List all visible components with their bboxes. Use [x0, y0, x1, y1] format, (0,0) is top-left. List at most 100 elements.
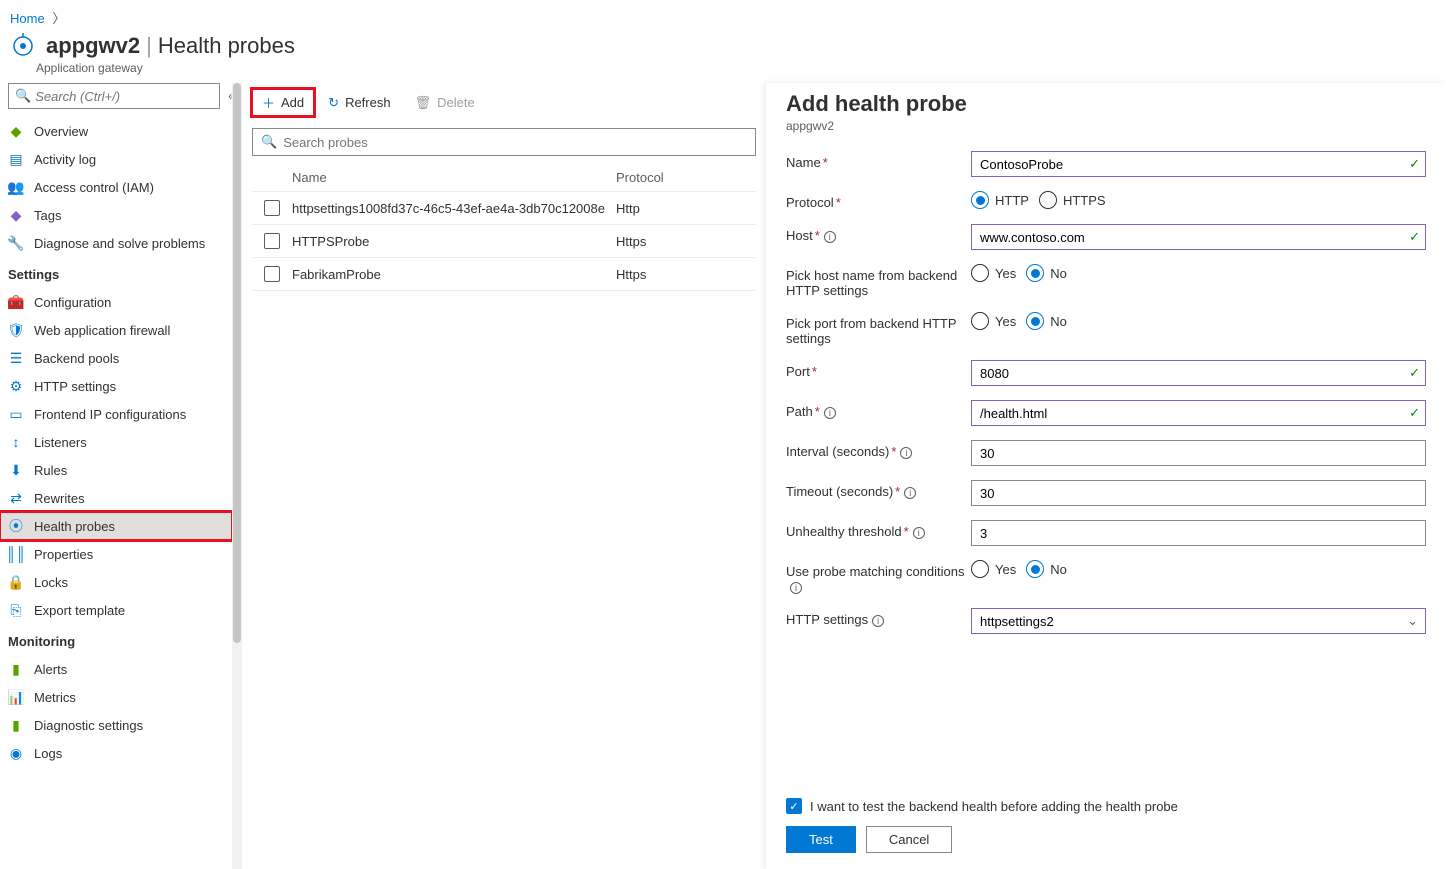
- nav-access-control[interactable]: 👥Access control (IAM): [0, 173, 232, 201]
- resource-type: Application gateway: [36, 61, 1446, 75]
- nav-overview[interactable]: ◆Overview: [0, 117, 232, 145]
- label-pick-port: Pick port from backend HTTP settings: [786, 312, 971, 346]
- radio-http[interactable]: HTTP: [971, 191, 1029, 209]
- cancel-button[interactable]: Cancel: [866, 826, 952, 853]
- tag-icon: ◆: [8, 207, 24, 223]
- nav-health-probes[interactable]: ⦿Health probes: [0, 512, 232, 540]
- info-icon[interactable]: i: [913, 527, 925, 539]
- nav-backend-pools[interactable]: ☰Backend pools: [0, 344, 232, 372]
- probes-table: Name Protocol httpsettings1008fd37c-46c5…: [252, 164, 756, 291]
- col-header-name[interactable]: Name: [292, 170, 616, 185]
- nav-diagnose[interactable]: 🔧Diagnose and solve problems: [0, 229, 232, 257]
- nav-configuration[interactable]: 🧰Configuration: [0, 288, 232, 316]
- nav-frontend-ip[interactable]: ▭Frontend IP configurations: [0, 400, 232, 428]
- briefcase-icon: 🧰: [8, 294, 24, 310]
- row-checkbox[interactable]: [264, 266, 280, 282]
- ip-icon: ▭: [8, 406, 24, 422]
- nav-metrics[interactable]: 📊Metrics: [0, 683, 232, 711]
- nav-http-settings[interactable]: ⚙HTTP settings: [0, 372, 232, 400]
- timeout-input[interactable]: [971, 480, 1426, 506]
- resource-name: appgwv2: [46, 33, 140, 59]
- info-icon[interactable]: i: [904, 487, 916, 499]
- settings-icon: ⚙: [8, 378, 24, 394]
- nav-properties[interactable]: ║║Properties: [0, 540, 232, 568]
- radio-pickport-yes[interactable]: Yes: [971, 312, 1016, 330]
- path-input[interactable]: [971, 400, 1426, 426]
- radio-https[interactable]: HTTPS: [1039, 191, 1106, 209]
- row-checkbox[interactable]: [264, 233, 280, 249]
- row-checkbox[interactable]: [264, 200, 280, 216]
- nav-rewrites[interactable]: ⇄Rewrites: [0, 484, 232, 512]
- interval-input[interactable]: [971, 440, 1426, 466]
- label-unhealthy: Unhealthy threshold*i: [786, 520, 971, 539]
- export-icon: ⎘: [8, 602, 24, 618]
- listener-icon: ↕: [8, 434, 24, 450]
- port-input[interactable]: [971, 360, 1426, 386]
- radio-match-no[interactable]: No: [1026, 560, 1067, 578]
- label-http-settings: HTTP settingsi: [786, 608, 971, 627]
- panel-subtitle: appgwv2: [786, 119, 1426, 133]
- menu-search-input[interactable]: [35, 89, 213, 104]
- valid-icon: ✓: [1409, 229, 1420, 245]
- panel-title: Add health probe: [786, 91, 1426, 117]
- breadcrumb: Home 〉: [0, 0, 1446, 31]
- breadcrumb-home[interactable]: Home: [10, 11, 45, 26]
- menu-search[interactable]: 🔍: [8, 83, 220, 109]
- host-input[interactable]: [971, 224, 1426, 250]
- test-checkbox[interactable]: ✓: [786, 798, 802, 814]
- radio-pickhost-no[interactable]: No: [1026, 264, 1067, 282]
- diag-icon: ▮: [8, 717, 24, 733]
- nav-group-monitoring: Monitoring: [0, 624, 232, 655]
- unhealthy-input[interactable]: [971, 520, 1426, 546]
- label-path: Path*i: [786, 400, 971, 419]
- nav-locks[interactable]: 🔒Locks: [0, 568, 232, 596]
- plus-icon: ＋: [262, 93, 275, 112]
- refresh-button[interactable]: ↻ Refresh: [318, 91, 400, 115]
- nav-diagnostic-settings[interactable]: ▮Diagnostic settings: [0, 711, 232, 739]
- radio-match-yes[interactable]: Yes: [971, 560, 1016, 578]
- test-checkbox-label: I want to test the backend health before…: [810, 799, 1178, 814]
- label-host: Host*i: [786, 224, 971, 243]
- nav-activity-log[interactable]: ▤Activity log: [0, 145, 232, 173]
- probe-search[interactable]: 🔍: [252, 128, 756, 156]
- radio-pickhost-yes[interactable]: Yes: [971, 264, 1016, 282]
- col-header-protocol[interactable]: Protocol: [616, 170, 756, 185]
- nav-listeners[interactable]: ↕Listeners: [0, 428, 232, 456]
- nav-rules[interactable]: ⬇Rules: [0, 456, 232, 484]
- logs-icon: ◉: [8, 745, 24, 761]
- rules-icon: ⬇: [8, 462, 24, 478]
- table-row[interactable]: httpsettings1008fd37c-46c5-43ef-ae4a-3db…: [252, 192, 756, 225]
- alert-icon: ▮: [8, 661, 24, 677]
- lock-icon: 🔒: [8, 574, 24, 590]
- radio-pickport-no[interactable]: No: [1026, 312, 1067, 330]
- scroll-thumb[interactable]: [233, 83, 241, 643]
- nav-alerts[interactable]: ▮Alerts: [0, 655, 232, 683]
- nav-export-template[interactable]: ⎘Export template: [0, 596, 232, 624]
- info-icon[interactable]: i: [790, 582, 802, 594]
- wrench-icon: 🔧: [8, 235, 24, 251]
- info-icon[interactable]: i: [824, 407, 836, 419]
- nav-scrollbar[interactable]: [232, 83, 242, 869]
- test-button[interactable]: Test: [786, 826, 856, 853]
- appgateway-icon: [10, 33, 36, 59]
- metrics-icon: 📊: [8, 689, 24, 705]
- valid-icon: ✓: [1409, 405, 1420, 421]
- delete-button[interactable]: 🗑 Delete: [405, 91, 485, 115]
- http-settings-select[interactable]: [971, 608, 1426, 634]
- nav-waf[interactable]: 🛡Web application firewall: [0, 316, 232, 344]
- add-button[interactable]: ＋ Add: [252, 89, 314, 116]
- trash-icon: 🗑: [415, 95, 432, 111]
- info-icon[interactable]: i: [900, 447, 912, 459]
- probe-search-input[interactable]: [283, 135, 747, 150]
- info-icon[interactable]: i: [824, 231, 836, 243]
- nav-group-settings: Settings: [0, 257, 232, 288]
- label-timeout: Timeout (seconds)*i: [786, 480, 971, 499]
- table-row[interactable]: FabrikamProbe Https: [252, 258, 756, 291]
- label-port: Port*: [786, 360, 971, 379]
- name-input[interactable]: [971, 151, 1426, 177]
- info-icon[interactable]: i: [872, 615, 884, 627]
- nav-tags[interactable]: ◆Tags: [0, 201, 232, 229]
- table-row[interactable]: HTTPSProbe Https: [252, 225, 756, 258]
- label-interval: Interval (seconds)*i: [786, 440, 971, 459]
- nav-logs[interactable]: ◉Logs: [0, 739, 232, 767]
